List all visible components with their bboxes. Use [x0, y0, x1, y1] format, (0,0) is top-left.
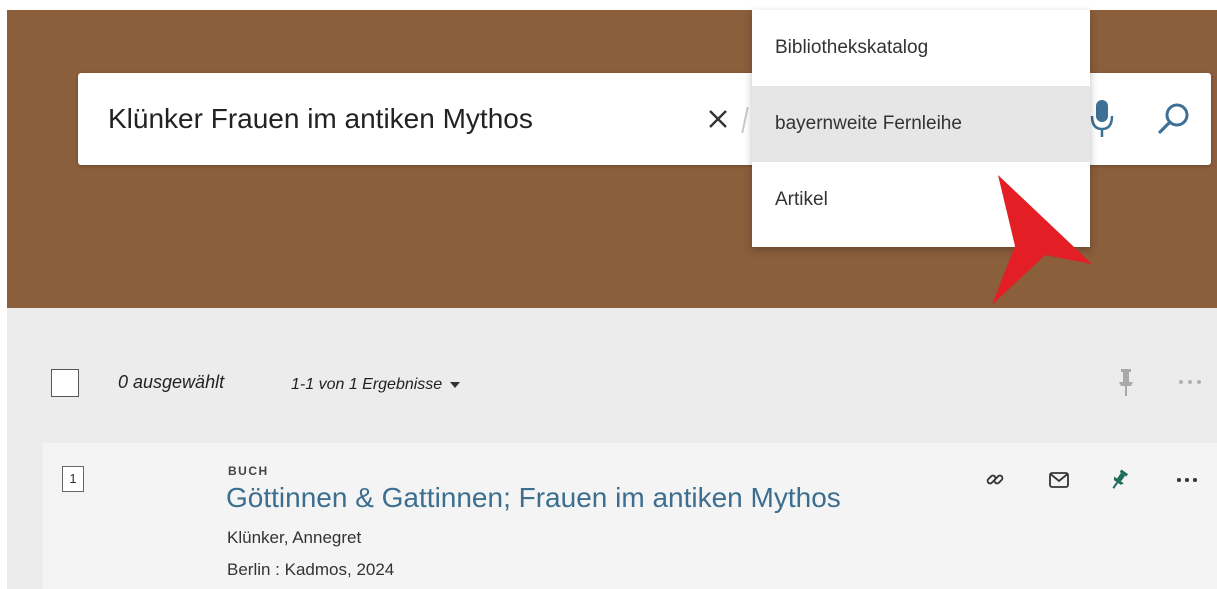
search-divider [741, 107, 749, 133]
close-icon [709, 110, 727, 128]
results-count-dropdown[interactable]: 1-1 von 1 Ergebnisse [291, 376, 461, 394]
record-title-link[interactable]: Göttinnen & Gattinnen; Frauen im antiken… [226, 482, 841, 514]
clear-search-button[interactable] [700, 99, 736, 139]
search-icon [1158, 103, 1189, 134]
microphone-icon [1090, 100, 1114, 137]
ellipsis-icon [1179, 380, 1201, 384]
caret-down-icon [450, 382, 461, 388]
record-type: BUCH [228, 464, 269, 478]
permalink-button[interactable] [980, 466, 1010, 494]
search-input[interactable] [108, 73, 668, 165]
scope-option-bayernweite-fernleihe[interactable]: bayernweite Fernleihe [752, 86, 1090, 162]
pin-query-button[interactable] [1112, 366, 1140, 398]
annotation-arrow [992, 175, 1092, 305]
pin-record-button[interactable] [1104, 466, 1134, 494]
mail-icon [1049, 472, 1069, 488]
search-button[interactable] [1152, 97, 1196, 141]
ellipsis-icon [1177, 478, 1197, 482]
record-publication: Berlin : Kadmos, 2024 [227, 560, 395, 579]
select-all-checkbox[interactable] [51, 369, 79, 397]
record-number: 1 [62, 466, 84, 492]
selected-count: 0 ausgewählt [118, 372, 225, 392]
email-record-button[interactable] [1044, 466, 1074, 494]
record-author: Klünker, Annegret [227, 528, 362, 547]
more-options-button[interactable] [1172, 372, 1208, 392]
pin-icon [1112, 469, 1129, 489]
pin-icon [1119, 369, 1133, 396]
link-icon [986, 474, 1004, 485]
results-count-label: 1-1 von 1 Ergebnisse [291, 376, 443, 393]
scope-option-bibliothekskatalog[interactable]: Bibliothekskatalog [752, 10, 1090, 86]
record-more-options-button[interactable] [1172, 466, 1202, 494]
result-record [43, 443, 1217, 589]
